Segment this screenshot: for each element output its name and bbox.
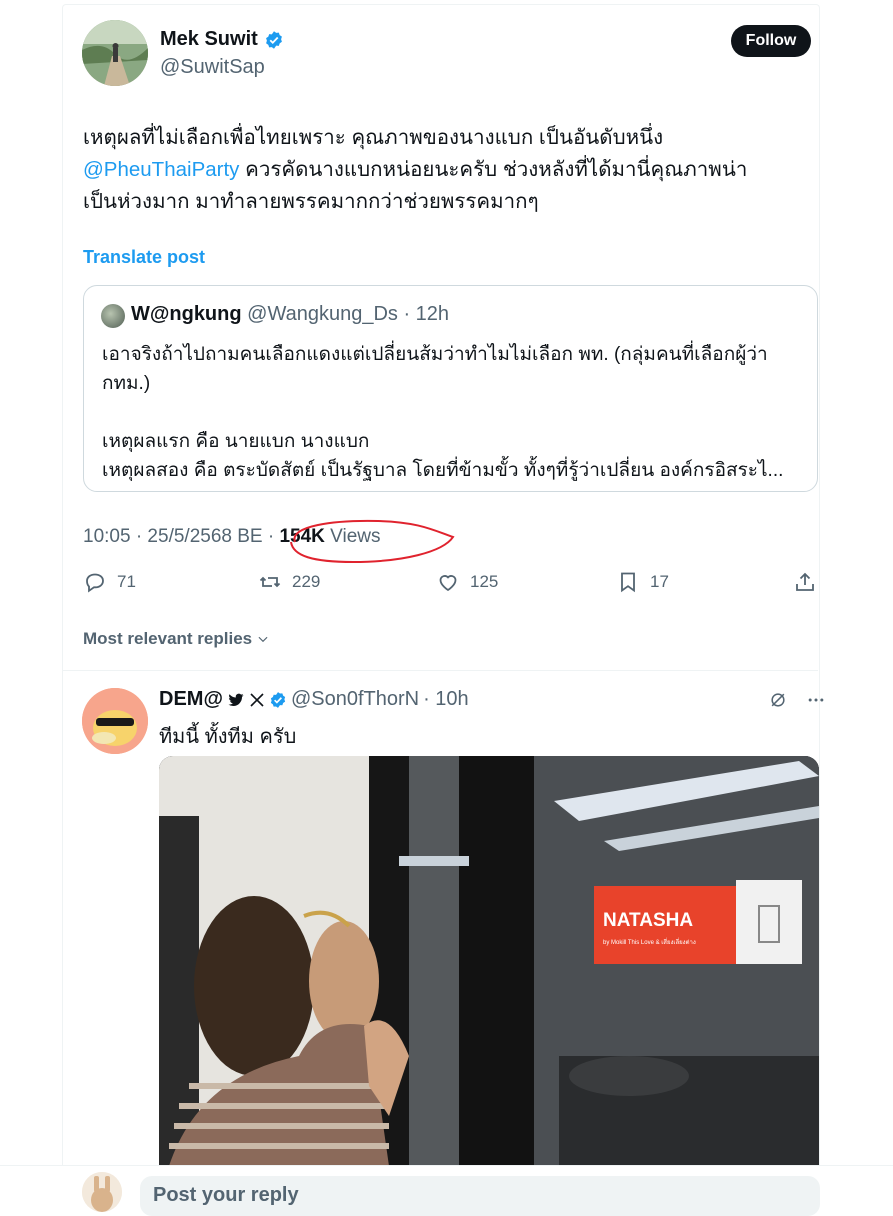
tweet-line-1: เหตุผลที่ไม่เลือกเพื่อไทยเพราะ คุณภาพของ… [83,126,664,149]
quoted-line: เหตุผลสอง คือ ตระบัดสัตย์ เป็นรัฐบาล โดย… [102,460,784,481]
bookmark-count: 17 [650,572,669,591]
action-bar: 71 229 125 17 [83,570,818,600]
reply-action[interactable]: 71 [83,570,136,594]
sign-subtext: by Mokill This Love & เสี่ยงเลี่ยงต่าง [603,938,696,946]
grok-icon[interactable] [768,690,788,710]
tweet-line-2-text: ควรคัดนางแบกหน่อยนะครับ ช่วงหลังที่ได้มา… [239,158,748,181]
x-logo-icon [250,692,264,707]
author-handle[interactable]: @SuwitSap [160,56,265,79]
quoted-line [102,398,802,427]
repost-icon [259,576,281,588]
reply-count: 71 [117,572,136,591]
quoted-line: กทม.) [102,373,151,394]
quoted-author-avatar [101,304,125,328]
quoted-post-time: · 12h [403,303,450,325]
heart-icon [439,575,457,592]
sign-text: NATASHA [603,910,693,931]
tweet-line-2: @PheuThaiParty ควรคัดนางแบกหน่อยนะครับ ช… [83,154,813,186]
post-timestamp[interactable]: 10:05 · 25/5/2568 BE · [83,526,274,547]
reply-time[interactable]: · 10h [423,688,469,711]
share-action[interactable] [793,570,817,594]
quoted-post-text: เอาจริงถ้าไปถามคนเลือกแดงแต่เปลี่ยนส้มว่… [102,340,802,485]
reply-media-image[interactable]: NATASHA by Mokill This Love & เสี่ยงเลี่… [159,756,819,1166]
author-name-row[interactable]: Mek Suwit [160,28,284,51]
replies-sort-label: Most relevant replies [83,629,253,648]
reply-author-handle[interactable]: @Son0fThorN [291,688,419,711]
tweet-text: เหตุผลที่ไม่เลือกเพื่อไทยเพราะ คุณภาพของ… [83,122,813,218]
reply-author-avatar[interactable] [82,688,148,754]
tweet-line-3: เป็นห่วงมาก มาทำลายพรรคมากกว่าช่วยพรรคมา… [83,190,539,213]
reply-toolbar [768,690,826,710]
like-action[interactable]: 125 [436,570,498,594]
reply-input-placeholder: Post your reply [153,1184,299,1206]
mention-link[interactable]: @PheuThaiParty [83,158,239,181]
follow-button[interactable]: Follow [731,25,811,57]
translate-post-link[interactable]: Translate post [83,247,205,268]
bookmark-action[interactable]: 17 [616,570,669,594]
verified-badge-icon [270,691,286,708]
reply-header: DEM@ @Son0fThorN · 10h [159,688,469,711]
quoted-author-handle: @Wangkung_Ds [247,303,398,325]
more-options-icon[interactable] [806,690,826,710]
repost-count: 229 [292,572,321,591]
quoted-line: เอาจริงถ้าไปถามคนเลือกแดงแต่เปลี่ยนส้มว่… [102,344,768,365]
quoted-post-header: W@ngkung @Wangkung_Ds · 12h [131,303,449,326]
red-circle-annotation [290,519,455,564]
chevron-down-icon [258,636,268,643]
reply-icon [86,573,104,593]
like-count: 125 [470,572,499,591]
current-user-avatar [82,1172,122,1212]
quoted-line: เหตุผลแรก คือ นายแบก นางแบก [102,431,370,452]
replies-sort-dropdown[interactable]: Most relevant replies [83,629,270,649]
share-icon [796,572,814,591]
bird-icon [228,693,244,706]
verified-badge-icon [265,30,282,49]
quoted-author-name: W@ngkung [131,303,242,325]
reply-author-name[interactable]: DEM@ [159,688,223,711]
bookmark-icon [621,572,635,593]
divider [63,670,818,671]
reply-text: ทีมนี้ ทั้งทีม ครับ [159,726,297,748]
repost-action[interactable]: 229 [258,570,320,594]
author-name[interactable]: Mek Suwit [160,28,258,51]
author-avatar[interactable] [82,20,148,86]
